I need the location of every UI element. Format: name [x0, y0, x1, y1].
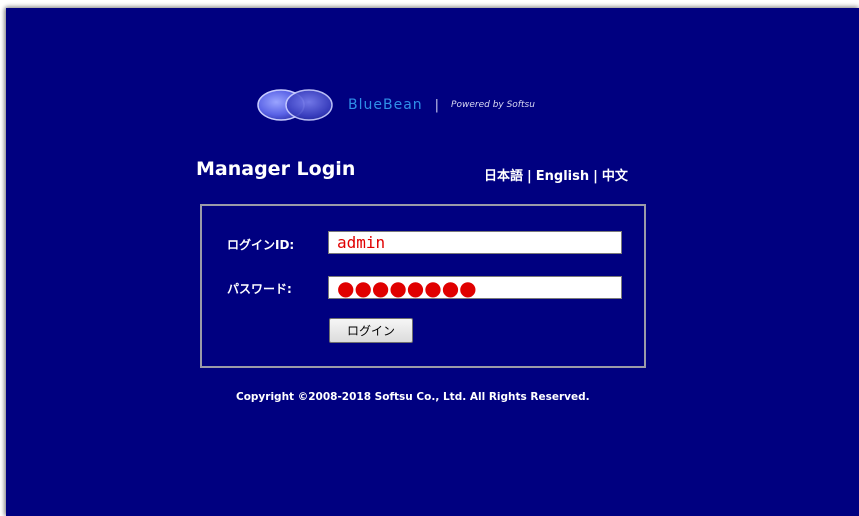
language-separator: |	[527, 169, 532, 184]
language-link-english[interactable]: English	[536, 169, 589, 184]
language-separator: |	[593, 169, 598, 184]
logo-separator: |	[434, 97, 440, 113]
language-link-chinese[interactable]: 中文	[602, 169, 628, 184]
logo-row: BlueBean | Powered by Softsu	[254, 87, 535, 123]
password-field[interactable]	[328, 276, 622, 299]
language-link-japanese[interactable]: 日本語	[484, 169, 523, 184]
login-button[interactable]: ログイン	[329, 318, 413, 343]
page-title: Manager Login	[196, 158, 356, 180]
login-id-field[interactable]	[328, 231, 622, 254]
powered-by-text: Powered by Softsu	[451, 100, 535, 110]
password-label: パスワード:	[227, 282, 292, 296]
login-form: ログインID: パスワード: ログイン	[200, 204, 646, 368]
login-page: BlueBean | Powered by Softsu Manager Log…	[6, 8, 859, 516]
copyright-text: Copyright ©2008-2018 Softsu Co., Ltd. Al…	[236, 391, 590, 403]
bean-logo-icon	[254, 87, 338, 123]
brand-name: BlueBean	[348, 97, 423, 113]
login-id-label: ログインID:	[227, 238, 295, 252]
language-switcher: 日本語 | English | 中文	[484, 165, 628, 184]
